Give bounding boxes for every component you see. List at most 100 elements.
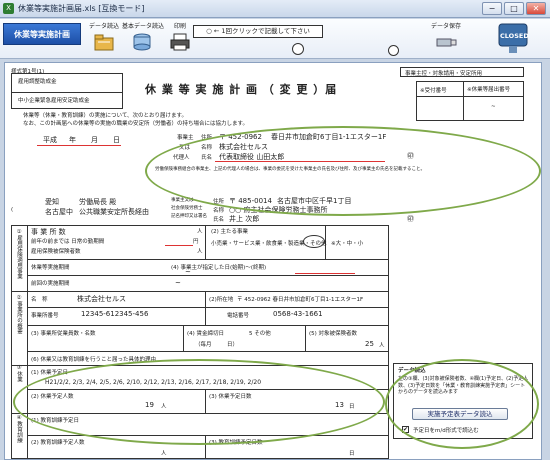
target-insured-unit: 人 <box>379 343 385 349</box>
leave-days-label: (1) 休業予定日 <box>31 370 69 376</box>
form-sheet: 様式第1号(1) 雇用調整助成金 中小企業緊急雇用安定助成金 休 業 等 実 施… <box>4 62 542 460</box>
date-month: 月 <box>91 136 98 144</box>
leave-workers-label: (2) 休業予定人数 <box>31 394 74 400</box>
folder-icon <box>94 34 114 51</box>
agent-note: 労働保険事務組合の事業主、上記の代理人の場合は、事業の委託を受けた事業主の氏名及… <box>155 167 425 172</box>
training-days-count-unit: 日 <box>349 451 355 457</box>
reason-label: (6) 休業又は教育訓練を行うこと届った具体的理由 <box>31 357 157 363</box>
office-prefecture: 愛知 <box>45 198 59 206</box>
training-days-label: (1) 教育訓練予定日 <box>31 418 80 424</box>
leave-days-count-value[interactable]: 13 <box>335 401 344 409</box>
agent-address-label: 住所 <box>213 199 225 205</box>
app-label-button[interactable]: 休業等実施計画 <box>3 23 81 45</box>
copy-purpose-label: 事業主控・対象請用・安定所用 <box>405 71 483 77</box>
employer-address[interactable]: 春日井市加倉町6丁目1-1エスター1F <box>271 132 386 142</box>
prev-period-label: 前回の実施期間 <box>31 281 70 287</box>
employee-count-label: (3) 事業所従業員数・名数 <box>31 331 96 337</box>
agent-label-3: 記名押印又は署名 <box>171 214 207 219</box>
period-label: 休業等実施期間 <box>31 265 70 271</box>
office-name: 公共職業安定所長経由 <box>79 208 149 216</box>
company-name[interactable]: 株式会社セルス <box>77 294 126 304</box>
recipient-box: 雇用調整助成金 中小企業緊急雇用安定助成金 <box>11 73 123 109</box>
load-schedule-data-button[interactable]: 実施予定表データ読込 <box>412 408 508 420</box>
wage-cutoff-label: (4) 賃金締切日 <box>187 331 225 337</box>
company-address-label: (2)所在地 <box>209 297 234 303</box>
period-value[interactable]: ~ <box>185 268 191 276</box>
agent-person-name[interactable]: 井上 次郎 <box>229 214 259 224</box>
reception-number-label: ※受付番号 <box>420 88 447 94</box>
agent-person-label: 氏名 <box>213 217 225 223</box>
telephone-label: 電話番号 <box>227 313 250 319</box>
business-count-unit: 人 <box>197 229 203 235</box>
title-bar: X 休業等実施計画届.xls [互換モード] − □ ✕ <box>0 0 550 18</box>
data-load-title: データ読込 <box>398 368 426 374</box>
date-format-checkbox[interactable]: ✔ <box>402 426 409 433</box>
window-title: 休業等実施計画届.xls [互換モード] <box>18 4 145 13</box>
prev-workday-label: 前年の前までは 日常の勤期間 <box>31 239 105 245</box>
date-year: 年 <box>69 136 76 144</box>
office-paren: ( <box>11 207 14 213</box>
toolbar: 休業等実施計画 データ読込 基本データ読込 印刷 ○ ← 1回クリックで記載して… <box>0 19 550 59</box>
wage-cycle: （毎月 <box>195 342 212 348</box>
memo-instruction: ○ ← 1回クリックで記載して下さい <box>193 25 323 38</box>
office-paren-close: ) <box>129 207 132 213</box>
prev-period-value[interactable]: ~ <box>175 279 181 287</box>
usb-drive-icon <box>436 38 457 47</box>
basic-data-read-button[interactable]: 基本データ読込 <box>122 21 164 57</box>
closed-label: CLOSED <box>500 32 529 40</box>
copy-purpose-box: 事業主控・対象請用・安定所用 <box>400 67 524 77</box>
employer-zip[interactable]: 〒 452-0962 <box>219 132 262 142</box>
leave-workers-value[interactable]: 19 <box>145 401 154 409</box>
target-insured-value[interactable]: 25 <box>365 340 374 348</box>
representative-name-label: 氏名 <box>201 155 213 161</box>
maximize-button[interactable]: □ <box>504 2 524 15</box>
leave-days-count-label: (3) 休業予定日数 <box>209 394 252 400</box>
employer-label: 事業主 <box>177 135 194 141</box>
employer-name-prefix: 又は <box>179 145 191 151</box>
close-button[interactable]: ✕ <box>526 2 546 15</box>
data-read-label: データ読込 <box>88 23 119 30</box>
leave-days-value[interactable]: H21/2/2, 2/3, 2/4, 2/5, 2/6, 2/10, 2/12,… <box>45 379 261 386</box>
agent-label-1: 事業主又は <box>171 198 194 203</box>
minimize-button[interactable]: − <box>482 2 502 15</box>
industry-selected-oval <box>303 235 325 248</box>
office-bureau: 労働局長 殿 <box>79 198 117 206</box>
employer-address-label: 住所 <box>201 135 213 141</box>
printer-icon <box>170 33 190 51</box>
company-name-label: 名 称 <box>31 297 48 303</box>
number-range-tilde: ~ <box>491 104 496 110</box>
section-3-label: ③休業 <box>16 365 22 382</box>
company-size-note: ※大・中・小 <box>331 241 364 247</box>
training-days-count-label: (3) 教育訓練予定日数 <box>209 440 263 446</box>
click-marker-button-2[interactable] <box>388 45 399 56</box>
telephone-number[interactable]: 0568-43-1661 <box>273 310 323 318</box>
date-era: 平成 <box>43 136 57 144</box>
notification-number-label: ※休業等届出番号 <box>467 87 511 93</box>
date-day: 日 <box>113 136 120 144</box>
wage-other-option[interactable]: 5 その他 <box>249 329 271 337</box>
data-load-description: 左の③欄、(3)対象被保険者数、④欄(1)予定日、(2)予定人数、(3)予定日数… <box>398 376 529 395</box>
data-save-button[interactable]: データ保存 <box>420 21 472 57</box>
target-insured-label: (5) 対象被保険者数 <box>309 331 358 337</box>
employer-name[interactable]: 株式会社セルス <box>219 142 268 152</box>
section-2-label: ②事業所の概要 <box>16 295 22 334</box>
employer-name-label: 名称 <box>201 145 213 151</box>
recipient-1: 雇用調整助成金 <box>18 79 57 85</box>
date-format-label: 予定日をm/d形式で読込む <box>413 428 479 434</box>
data-read-button[interactable]: データ読込 <box>84 21 124 57</box>
agent-name-label: 名称 <box>213 208 225 214</box>
excel-icon: X <box>3 3 14 14</box>
recipient-2: 中小企業緊急雇用安定助成金 <box>18 98 90 104</box>
intro-line-1: 休業等（休業・教育訓練）の実施について、次のとおり届けます。 <box>23 113 188 119</box>
leave-workers-unit: 人 <box>161 404 167 410</box>
company-address[interactable]: 〒 452-0962 春日井市加倉町6丁目1-1エスター1F <box>237 295 363 303</box>
database-icon <box>133 33 151 51</box>
main-industry-label: (2) 主たる事業 <box>211 229 249 235</box>
closed-button[interactable]: CLOSED <box>497 21 529 55</box>
business-count-label: 事 業 所 数 <box>31 228 66 236</box>
prev-workday-unit: 円 <box>193 239 199 245</box>
office-number[interactable]: 12345-612345-456 <box>81 310 148 318</box>
office-second: 名古屋中 <box>45 208 73 216</box>
insured-count-label: 雇用保険被保険者数 <box>31 249 81 255</box>
click-marker-button[interactable] <box>292 43 304 55</box>
